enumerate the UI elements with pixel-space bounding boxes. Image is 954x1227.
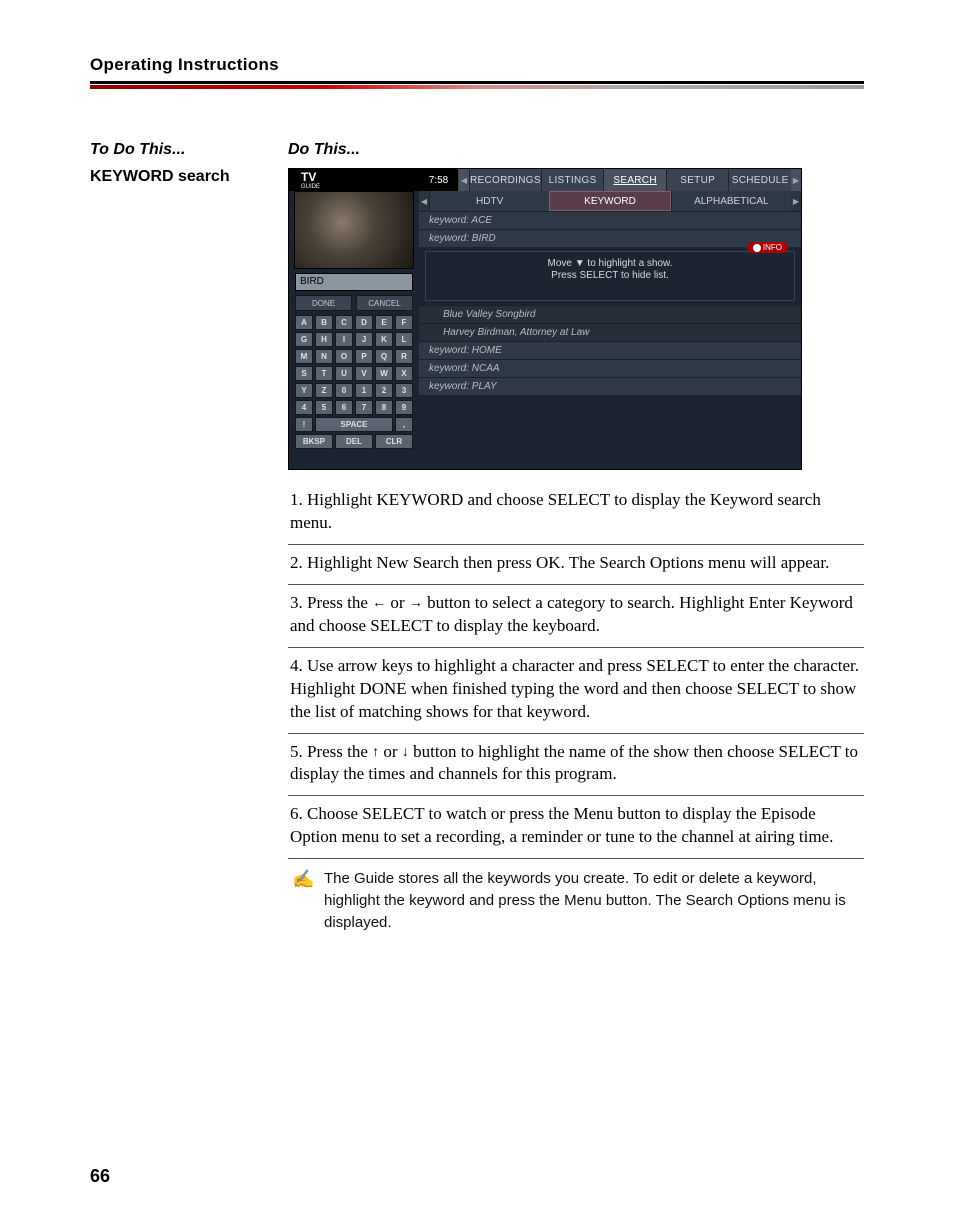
main-tab-row: RECORDINGS LISTINGS SEARCH SETUP SCHEDUL… <box>469 169 791 191</box>
key[interactable]: V <box>355 366 373 381</box>
key-space[interactable]: SPACE <box>315 417 393 432</box>
info-badge: INFO <box>747 242 788 253</box>
tab-search[interactable]: SEARCH <box>603 169 666 191</box>
key-symbol[interactable]: ! <box>295 417 313 432</box>
key-bksp[interactable]: BKSP <box>295 434 333 449</box>
key[interactable]: E <box>375 315 393 330</box>
tab-arrow-left-icon[interactable]: ◀ <box>459 169 469 191</box>
onscreen-keyboard: A B C D E F G H I J K L M N O <box>295 315 413 449</box>
key[interactable]: Q <box>375 349 393 364</box>
key-symbol[interactable]: , <box>395 417 413 432</box>
key[interactable]: 9 <box>395 400 413 415</box>
key[interactable]: 2 <box>375 383 393 398</box>
key[interactable]: T <box>315 366 333 381</box>
hint-text-line2: Press SELECT to hide list. <box>436 270 784 282</box>
key[interactable]: 3 <box>395 383 413 398</box>
right-column-heading: Do This... <box>288 141 864 159</box>
key[interactable]: S <box>295 366 313 381</box>
result-row[interactable]: Harvey Birdman, Attorney at Law <box>419 323 801 341</box>
subtab-alphabetical[interactable]: ALPHABETICAL <box>671 191 791 211</box>
key[interactable]: D <box>355 315 373 330</box>
key[interactable]: I <box>335 332 353 347</box>
section-header: Operating Instructions <box>90 55 864 75</box>
subtab-arrow-left-icon[interactable]: ◀ <box>419 191 429 211</box>
done-button[interactable]: DONE <box>295 295 352 311</box>
key[interactable]: 1 <box>355 383 373 398</box>
key[interactable]: X <box>395 366 413 381</box>
tab-schedule[interactable]: SCHEDULE <box>728 169 791 191</box>
keyword-row[interactable]: keyword: HOME <box>419 341 801 359</box>
step-6: 6. Choose SELECT to watch or press the M… <box>288 796 864 859</box>
right-arrow-icon: → <box>409 593 423 612</box>
tvguide-right-pane: keyword: ACE keyword: BIRD INFO Move ▼ t… <box>419 211 801 469</box>
key[interactable]: 5 <box>315 400 333 415</box>
down-arrow-icon: ↓ <box>402 742 409 761</box>
key[interactable]: L <box>395 332 413 347</box>
header-rule <box>90 81 864 84</box>
step-4: 4. Use arrow keys to highlight a charact… <box>288 648 864 734</box>
note-text: The Guide stores all the keywords you cr… <box>324 868 860 933</box>
keyword-row[interactable]: keyword: PLAY <box>419 377 801 395</box>
key[interactable]: K <box>375 332 393 347</box>
left-arrow-icon: ← <box>372 593 386 612</box>
key[interactable]: Y <box>295 383 313 398</box>
header-gradient <box>90 85 864 89</box>
key[interactable]: M <box>295 349 313 364</box>
key[interactable]: 7 <box>355 400 373 415</box>
subtab-keyword[interactable]: KEYWORD <box>549 191 670 211</box>
cancel-button[interactable]: CANCEL <box>356 295 413 311</box>
key-del[interactable]: DEL <box>335 434 373 449</box>
key[interactable]: 0 <box>335 383 353 398</box>
step-3: 3. Press the ← or → button to select a c… <box>288 585 864 648</box>
key[interactable]: P <box>355 349 373 364</box>
key[interactable]: J <box>355 332 373 347</box>
key[interactable]: 8 <box>375 400 393 415</box>
tvguide-logo: TV GUIDE <box>289 169 419 191</box>
key[interactable]: 6 <box>335 400 353 415</box>
key[interactable]: A <box>295 315 313 330</box>
preview-thumbnail <box>294 191 414 269</box>
key[interactable]: 4 <box>295 400 313 415</box>
hint-text-line1: Move ▼ to highlight a show. <box>436 258 784 270</box>
keyword-row[interactable]: keyword: NCAA <box>419 359 801 377</box>
tvguide-clock: 7:58 <box>419 169 459 191</box>
keyword-row[interactable]: keyword: BIRD <box>419 229 801 247</box>
step-5: 5. Press the ↑ or ↓ button to highlight … <box>288 734 864 797</box>
key[interactable]: H <box>315 332 333 347</box>
tab-arrow-right-icon[interactable]: ▶ <box>791 169 801 191</box>
tvguide-left-pane: BIRD DONE CANCEL A B C D E F G H I <box>289 191 419 470</box>
keyword-input[interactable]: BIRD <box>295 273 413 291</box>
key-clr[interactable]: CLR <box>375 434 413 449</box>
key[interactable]: C <box>335 315 353 330</box>
subtab-hdtv[interactable]: HDTV <box>429 191 549 211</box>
key[interactable]: G <box>295 332 313 347</box>
page-number: 66 <box>90 1166 110 1187</box>
tab-recordings[interactable]: RECORDINGS <box>469 169 541 191</box>
key[interactable]: F <box>395 315 413 330</box>
up-arrow-icon: ↑ <box>372 742 379 761</box>
tab-listings[interactable]: LISTINGS <box>541 169 604 191</box>
subtab-arrow-right-icon[interactable]: ▶ <box>791 191 801 211</box>
key[interactable]: B <box>315 315 333 330</box>
left-column-heading: To Do This... <box>90 141 278 159</box>
key[interactable]: N <box>315 349 333 364</box>
step-2: 2. Highlight New Search then press OK. T… <box>288 545 864 585</box>
key[interactable]: R <box>395 349 413 364</box>
result-row[interactable]: Blue Valley Songbird <box>419 305 801 323</box>
key[interactable]: Z <box>315 383 333 398</box>
step-1: 1. Highlight KEYWORD and choose SELECT t… <box>288 482 864 545</box>
row-label-keyword-search: KEYWORD search <box>90 168 278 186</box>
note-block: ✍ The Guide stores all the keywords you … <box>288 859 864 933</box>
key[interactable]: U <box>335 366 353 381</box>
key[interactable]: O <box>335 349 353 364</box>
note-icon: ✍ <box>292 866 314 931</box>
instruction-steps: 1. Highlight KEYWORD and choose SELECT t… <box>288 482 864 859</box>
hint-panel: INFO Move ▼ to highlight a show. Press S… <box>425 251 795 301</box>
tab-setup[interactable]: SETUP <box>666 169 729 191</box>
key[interactable]: W <box>375 366 393 381</box>
tvguide-screenshot: TV GUIDE 7:58 ◀ RECORDINGS LISTINGS SEAR… <box>288 168 802 470</box>
keyword-row[interactable]: keyword: ACE <box>419 211 801 229</box>
